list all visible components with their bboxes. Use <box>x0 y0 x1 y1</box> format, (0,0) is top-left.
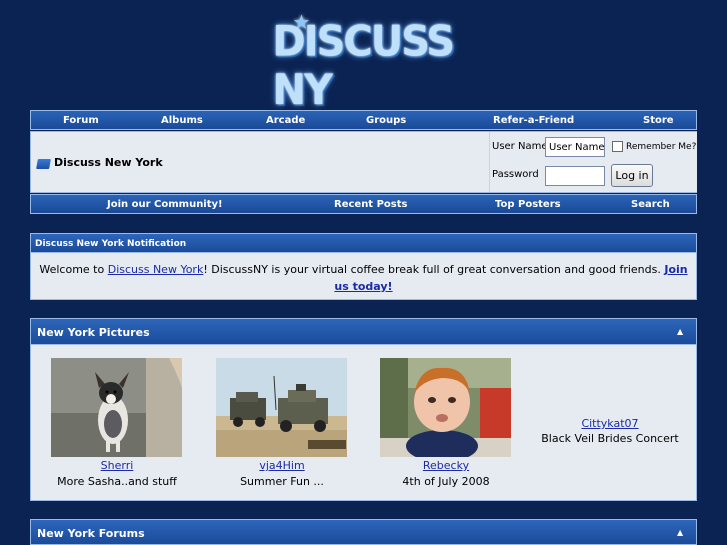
picture-caption: Summer Fun ... <box>240 475 324 488</box>
picture-thumbnail[interactable] <box>380 358 511 457</box>
picture-caption: 4th of July 2008 <box>402 475 490 488</box>
notification-text-before: Welcome to <box>39 263 108 276</box>
site-logo-area: ★ DISCUSS NY <box>0 12 727 114</box>
pictures-title: New York Pictures <box>37 326 150 339</box>
nav-refer-a-friend[interactable]: Refer-a-Friend <box>493 115 574 126</box>
nav-groups[interactable]: Groups <box>366 115 406 126</box>
folder-icon <box>36 159 51 169</box>
nav-forum[interactable]: Forum <box>63 115 99 126</box>
nav-join-community[interactable]: Join our Community! <box>107 199 223 210</box>
password-input[interactable] <box>545 166 605 186</box>
pictures-header: New York Pictures ▲ <box>30 318 697 345</box>
secondary-navbar: Join our Community! Recent Posts Top Pos… <box>30 194 697 214</box>
login-button[interactable]: Log in <box>611 164 653 187</box>
password-label: Password <box>492 169 539 180</box>
notification-title: Discuss New York Notification <box>35 239 187 249</box>
logo-text: DISCUSS NY <box>272 17 456 115</box>
site-title[interactable]: Discuss New York <box>36 156 163 169</box>
top-navbar: Forum Albums Arcade Groups Refer-a-Frien… <box>30 110 697 130</box>
notification-text-after: ! DiscussNY is your virtual coffee break… <box>203 263 665 276</box>
notification-body: Welcome to Discuss New York! DiscussNY i… <box>30 253 697 300</box>
collapse-icon[interactable]: ▲ <box>677 529 686 537</box>
remember-me-label: Remember Me? <box>626 142 697 152</box>
nav-search[interactable]: Search <box>631 199 670 210</box>
collapse-icon[interactable]: ▲ <box>677 328 686 336</box>
username-label: User Name <box>492 141 548 152</box>
forums-header: New York Forums ▲ <box>30 519 697 545</box>
picture-user-link[interactable]: Rebecky <box>366 459 526 472</box>
picture-user-link[interactable]: vja4Him <box>202 459 362 472</box>
site-logo[interactable]: ★ DISCUSS NY <box>271 12 456 114</box>
nav-arcade[interactable]: Arcade <box>266 115 305 126</box>
picture-user-link[interactable]: Sherri <box>37 459 197 472</box>
nav-recent-posts[interactable]: Recent Posts <box>334 199 407 210</box>
picture-user-link[interactable]: Cittykat07 <box>530 417 690 430</box>
picture-thumbnail[interactable] <box>51 358 182 457</box>
notification-site-link[interactable]: Discuss New York <box>108 263 204 276</box>
header-panel: Discuss New York User Name Remember Me? … <box>30 131 697 193</box>
site-title-text: Discuss New York <box>54 156 163 169</box>
login-form: User Name Remember Me? Password Log in <box>489 132 697 192</box>
picture-caption: Black Veil Brides Concert <box>541 432 679 445</box>
nav-store[interactable]: Store <box>643 115 674 126</box>
username-input[interactable] <box>545 137 605 157</box>
forums-title: New York Forums <box>37 527 145 540</box>
picture-caption: More Sasha..and stuff <box>57 475 177 488</box>
nav-top-posters[interactable]: Top Posters <box>495 199 561 210</box>
remember-me-checkbox[interactable] <box>612 141 623 152</box>
picture-thumbnail[interactable] <box>216 358 347 457</box>
pictures-body: Sherri More Sasha..and stuff vja4Him Sum… <box>30 345 697 501</box>
notification-header: Discuss New York Notification <box>30 233 697 253</box>
nav-albums[interactable]: Albums <box>161 115 203 126</box>
